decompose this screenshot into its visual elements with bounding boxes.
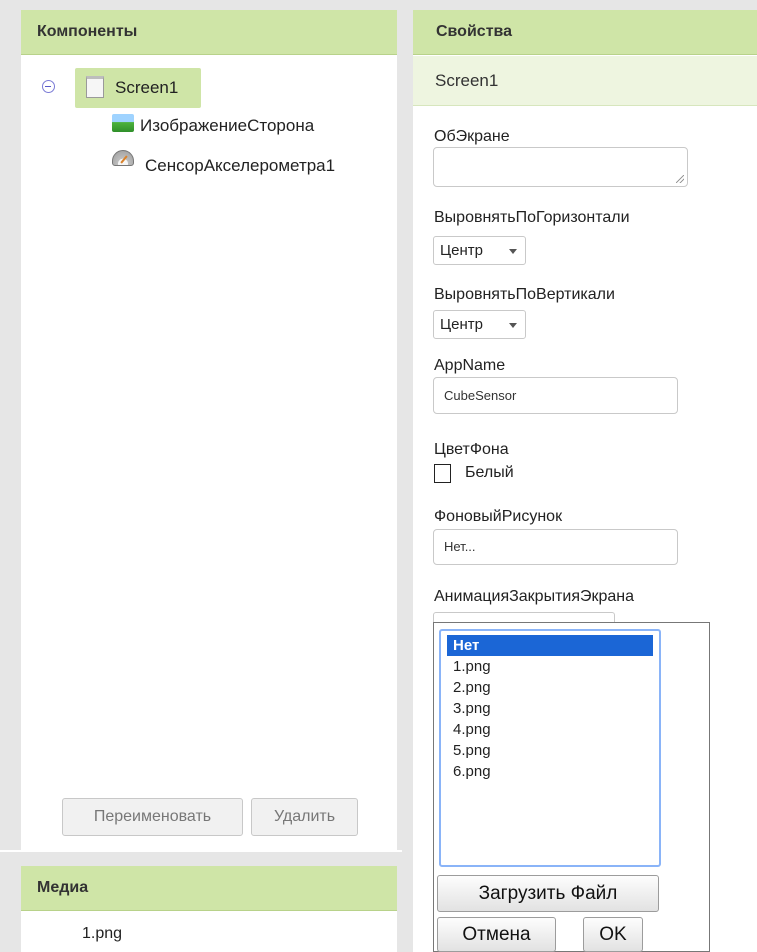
background-image-value: Нет...	[444, 539, 476, 554]
minus-icon	[45, 85, 51, 87]
tree-item-accelerometer[interactable]: СенсорАкселерометра1	[112, 148, 397, 176]
upload-file-button[interactable]: Загрузить Файл	[437, 875, 659, 912]
upload-file-button-label: Загрузить Файл	[478, 883, 618, 904]
properties-header: Свойства	[413, 10, 757, 55]
rename-button-label: Переименовать	[93, 808, 212, 825]
background-color-label: ЦветФона	[434, 441, 509, 458]
properties-header-title: Свойства	[436, 23, 513, 40]
accelerometer-icon	[112, 150, 134, 166]
media-item[interactable]: 1.png	[82, 925, 122, 943]
tree-item-image-label: ИзображениеСторона	[140, 116, 315, 135]
media-header: Медиа	[21, 866, 397, 911]
asset-option[interactable]: 5.png	[441, 740, 659, 761]
tree-item-accelerometer-label: СенсорАкселерометра1	[145, 156, 336, 175]
media-item-label: 1.png	[82, 925, 123, 942]
rename-button[interactable]: Переименовать	[62, 798, 243, 836]
asset-option[interactable]: Нет	[447, 635, 653, 656]
align-vertical-label: ВыровнятьПоВертикали	[434, 286, 615, 303]
asset-option[interactable]: 4.png	[441, 719, 659, 740]
about-screen-label: ОбЭкране	[434, 128, 510, 145]
align-vertical-dropdown[interactable]: Центр	[433, 310, 526, 339]
background-color-picker[interactable]: Белый	[434, 462, 584, 486]
tree-item-screen1-label: Screen1	[115, 78, 179, 97]
gauge-needle	[120, 155, 128, 164]
app-name-label: AppName	[434, 357, 506, 374]
tree-item-screen1[interactable]: Screen1	[75, 68, 201, 108]
background-image-label: ФоновыйРисунок	[434, 508, 563, 525]
close-screen-animation-label: АнимацияЗакрытияЭкрана	[434, 588, 635, 605]
properties-component-name-label: Screen1	[435, 71, 499, 90]
caret-down-icon	[509, 249, 517, 254]
caret-down-icon	[509, 323, 517, 328]
cancel-button-label: Отмена	[462, 924, 531, 945]
image-icon	[112, 114, 134, 132]
asset-option[interactable]: 2.png	[441, 677, 659, 698]
components-header-title: Компоненты	[37, 23, 138, 40]
resize-handle-icon	[676, 175, 684, 183]
color-swatch	[434, 464, 451, 483]
tree-collapse-toggle[interactable]	[42, 80, 55, 93]
about-screen-textarea[interactable]	[433, 147, 688, 187]
delete-button[interactable]: Удалить	[251, 798, 358, 836]
app-name-input[interactable]: CubeSensor	[433, 377, 678, 414]
background-color-value: Белый	[465, 464, 514, 481]
properties-component-name: Screen1	[413, 56, 757, 106]
app-name-value: CubeSensor	[444, 388, 517, 403]
asset-option[interactable]: 3.png	[441, 698, 659, 719]
asset-list[interactable]: Нет 1.png 2.png 3.png 4.png 5.png 6.png	[439, 629, 661, 867]
cancel-button[interactable]: Отмена	[437, 917, 556, 952]
align-horizontal-label: ВыровнятьПоГоризонтали	[434, 209, 630, 226]
background-image-input[interactable]: Нет...	[433, 529, 678, 565]
ok-button-label: OK	[599, 924, 627, 945]
align-horizontal-dropdown[interactable]: Центр	[433, 236, 526, 265]
screen-icon	[86, 76, 104, 98]
ok-button[interactable]: OK	[583, 917, 643, 952]
media-header-title: Медиа	[37, 879, 89, 896]
align-horizontal-value: Центр	[440, 242, 483, 259]
asset-option[interactable]: 6.png	[441, 761, 659, 782]
components-header: Компоненты	[21, 10, 397, 55]
align-vertical-value: Центр	[440, 316, 483, 333]
tree-item-image[interactable]: ИзображениеСторона	[112, 114, 387, 142]
delete-button-label: Удалить	[273, 808, 336, 825]
asset-option[interactable]: 1.png	[441, 656, 659, 677]
